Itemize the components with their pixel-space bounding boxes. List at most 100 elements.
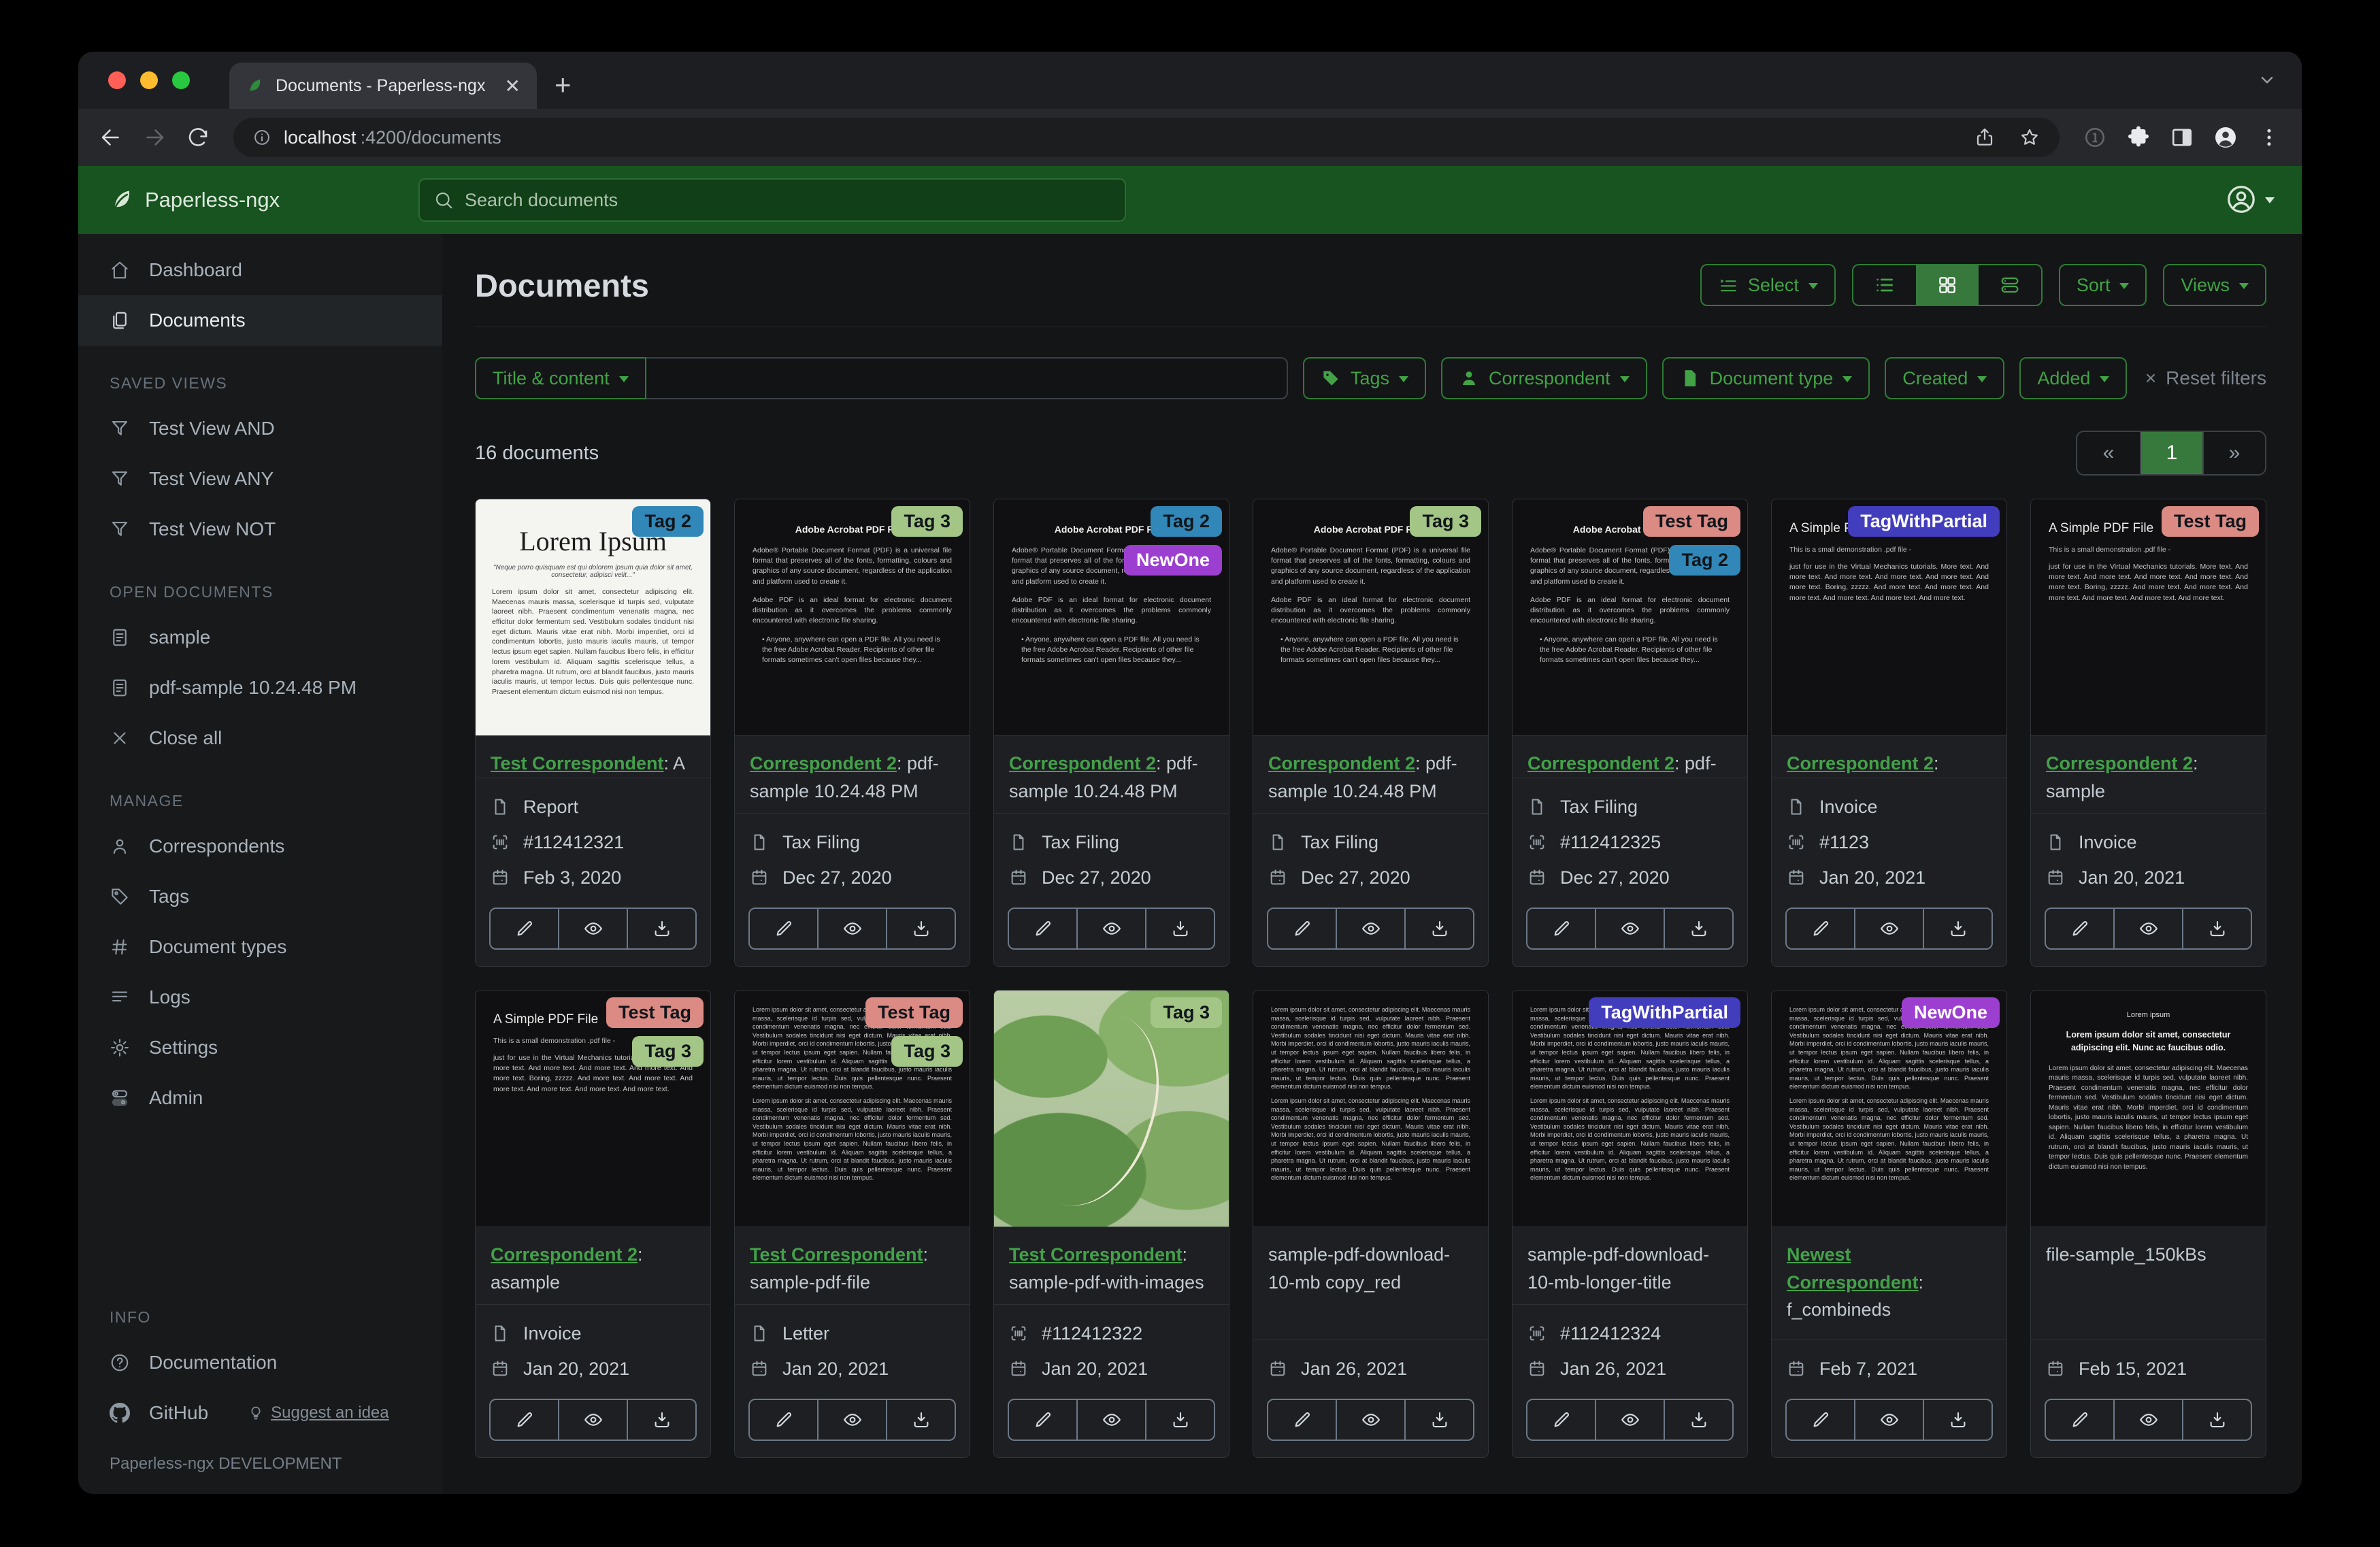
tag-badge[interactable]: Tag 3 (891, 1036, 963, 1067)
sidebar-item-sample[interactable]: sample (78, 612, 442, 663)
download-button[interactable] (1923, 1400, 1991, 1440)
download-button[interactable] (1664, 1400, 1732, 1440)
reset-filters-button[interactable]: × Reset filters (2145, 367, 2266, 389)
tag-badge[interactable]: TagWithPartial (1589, 997, 1740, 1028)
correspondent-link[interactable]: Correspondent 2 (1268, 753, 1415, 774)
document-thumbnail[interactable]: Tag 3 (994, 991, 1229, 1227)
edit-button[interactable] (750, 1400, 817, 1440)
download-button[interactable] (1145, 1400, 1214, 1440)
tag-badge[interactable]: Test Tag (865, 997, 963, 1028)
sidebar-item-dashboard[interactable]: Dashboard (78, 245, 442, 295)
side-panel-icon[interactable] (2170, 125, 2194, 150)
edit-button[interactable] (1268, 909, 1336, 948)
document-thumbnail[interactable]: Adobe Acrobat PDF Files Adobe® Portable D… (994, 499, 1229, 736)
tag-badge[interactable]: Tag 2 (632, 506, 704, 537)
pagination-next-button[interactable]: » (2202, 432, 2265, 474)
sidebar-item-test-view-any[interactable]: Test View ANY (78, 454, 442, 504)
download-button[interactable] (1923, 909, 1991, 948)
view-button[interactable] (1595, 909, 1664, 948)
added-filter-button[interactable]: Added (2019, 357, 2128, 399)
search-input[interactable] (465, 189, 1111, 211)
tag-badge[interactable]: TagWithPartial (1848, 506, 2000, 537)
view-button[interactable] (1076, 1400, 1145, 1440)
window-close-button[interactable] (108, 71, 126, 89)
document-thumbnail[interactable]: A Simple PDF File This is a small demonst… (1772, 499, 2006, 736)
document-thumbnail[interactable]: Lorem ipsum dolor sit amet, consectetur … (1772, 991, 2006, 1227)
tab-close-icon[interactable]: ✕ (505, 75, 520, 97)
correspondent-link[interactable]: Correspondent 2 (1527, 753, 1674, 774)
window-minimize-button[interactable] (140, 71, 158, 89)
download-button[interactable] (2182, 1400, 2251, 1440)
extensions-icon[interactable] (2126, 125, 2151, 150)
sidebar-item-correspondents[interactable]: Correspondents (78, 821, 442, 871)
view-list-button[interactable] (1853, 265, 1916, 305)
view-button[interactable] (558, 909, 627, 948)
document-thumbnail[interactable]: Adobe Acrobat PDF Files Adobe® Portable D… (1253, 499, 1488, 736)
browser-tab[interactable]: Documents - Paperless-ngx ✕ (229, 63, 537, 109)
tag-badge[interactable]: Tag 3 (891, 506, 963, 537)
title-content-filter-button[interactable]: Title & content (475, 357, 646, 399)
edit-button[interactable] (1009, 909, 1076, 948)
download-button[interactable] (1404, 1400, 1473, 1440)
sidebar-item-admin[interactable]: Admin (78, 1073, 442, 1123)
sidebar-item-documentation[interactable]: Documentation (78, 1337, 442, 1388)
share-icon[interactable] (1974, 127, 1996, 148)
views-button[interactable]: Views (2163, 264, 2266, 306)
url-bar[interactable]: localhost:4200/documents (233, 118, 2060, 157)
correspondent-link[interactable]: Correspondent 2 (491, 1244, 638, 1265)
pagination-prev-button[interactable]: « (2077, 432, 2140, 474)
document-thumbnail[interactable]: Adobe Acrobat PDF Files Adobe® Portable D… (735, 499, 970, 736)
sidebar-item-logs[interactable]: Logs (78, 972, 442, 1022)
document-thumbnail[interactable]: A Simple PDF File This is a small demonst… (476, 991, 710, 1227)
correspondent-link[interactable]: Test Correspondent (1009, 1244, 1183, 1265)
view-button[interactable] (558, 1400, 627, 1440)
correspondent-link[interactable]: Correspondent 2 (750, 753, 897, 774)
download-button[interactable] (627, 909, 695, 948)
correspondent-link[interactable]: Correspondent 2 (1787, 753, 1934, 774)
password-manager-icon[interactable] (2083, 125, 2107, 150)
info-icon[interactable] (252, 128, 271, 147)
tag-badge[interactable]: NewOne (1901, 997, 2000, 1028)
tag-badge[interactable]: Test Tag (1642, 506, 1740, 537)
user-menu[interactable] (2226, 184, 2275, 215)
edit-button[interactable] (1009, 1400, 1076, 1440)
created-filter-button[interactable]: Created (1885, 357, 2005, 399)
correspondent-link[interactable]: Test Correspondent (491, 753, 664, 774)
tag-badge[interactable]: Tag 3 (1151, 997, 1222, 1028)
download-button[interactable] (2182, 909, 2251, 948)
edit-button[interactable] (1787, 1400, 1854, 1440)
edit-button[interactable] (2046, 909, 2113, 948)
profile-avatar-icon[interactable] (2213, 125, 2238, 150)
document-thumbnail[interactable]: Lorem ipsum dolor sit amet, consectetur … (1253, 991, 1488, 1227)
document-thumbnail[interactable]: Lorem Ipsum "Neque porro quisquam est qui… (476, 499, 710, 736)
document-thumbnail[interactable]: Lorem ipsum dolor sit amet, consectetur … (1513, 991, 1747, 1227)
edit-button[interactable] (1787, 909, 1854, 948)
bookmark-star-icon[interactable] (2019, 127, 2040, 148)
correspondent-filter-button[interactable]: Correspondent (1441, 357, 1647, 399)
window-zoom-button[interactable] (172, 71, 190, 89)
suggest-an-idea-link[interactable]: Suggest an idea (248, 1403, 389, 1423)
edit-button[interactable] (2046, 1400, 2113, 1440)
edit-button[interactable] (491, 1400, 558, 1440)
sidebar-item-document-types[interactable]: Document types (78, 922, 442, 972)
download-button[interactable] (1145, 909, 1214, 948)
view-grid-button[interactable] (1915, 265, 1979, 305)
chevron-down-icon[interactable] (2255, 68, 2279, 91)
new-tab-button[interactable]: + (555, 71, 572, 99)
reload-icon[interactable] (186, 125, 210, 150)
tag-badge[interactable]: Tag 3 (1410, 506, 1481, 537)
sidebar-item-documents[interactable]: Documents (78, 295, 442, 346)
correspondent-link[interactable]: Test Correspondent (750, 1244, 923, 1265)
document-thumbnail[interactable]: Adobe Acrobat PDF Files Adobe® Portable D… (1513, 499, 1747, 736)
edit-button[interactable] (750, 909, 817, 948)
document-type-filter-button[interactable]: Document type (1662, 357, 1870, 399)
download-button[interactable] (886, 1400, 955, 1440)
sidebar-item-tags[interactable]: Tags (78, 871, 442, 922)
download-button[interactable] (886, 909, 955, 948)
tag-badge[interactable]: Tag 2 (1151, 506, 1222, 537)
download-button[interactable] (1664, 909, 1732, 948)
tag-badge[interactable]: NewOne (1123, 545, 1222, 576)
edit-button[interactable] (491, 909, 558, 948)
view-button[interactable] (1854, 909, 1923, 948)
sidebar-item-test-view-and[interactable]: Test View AND (78, 403, 442, 454)
